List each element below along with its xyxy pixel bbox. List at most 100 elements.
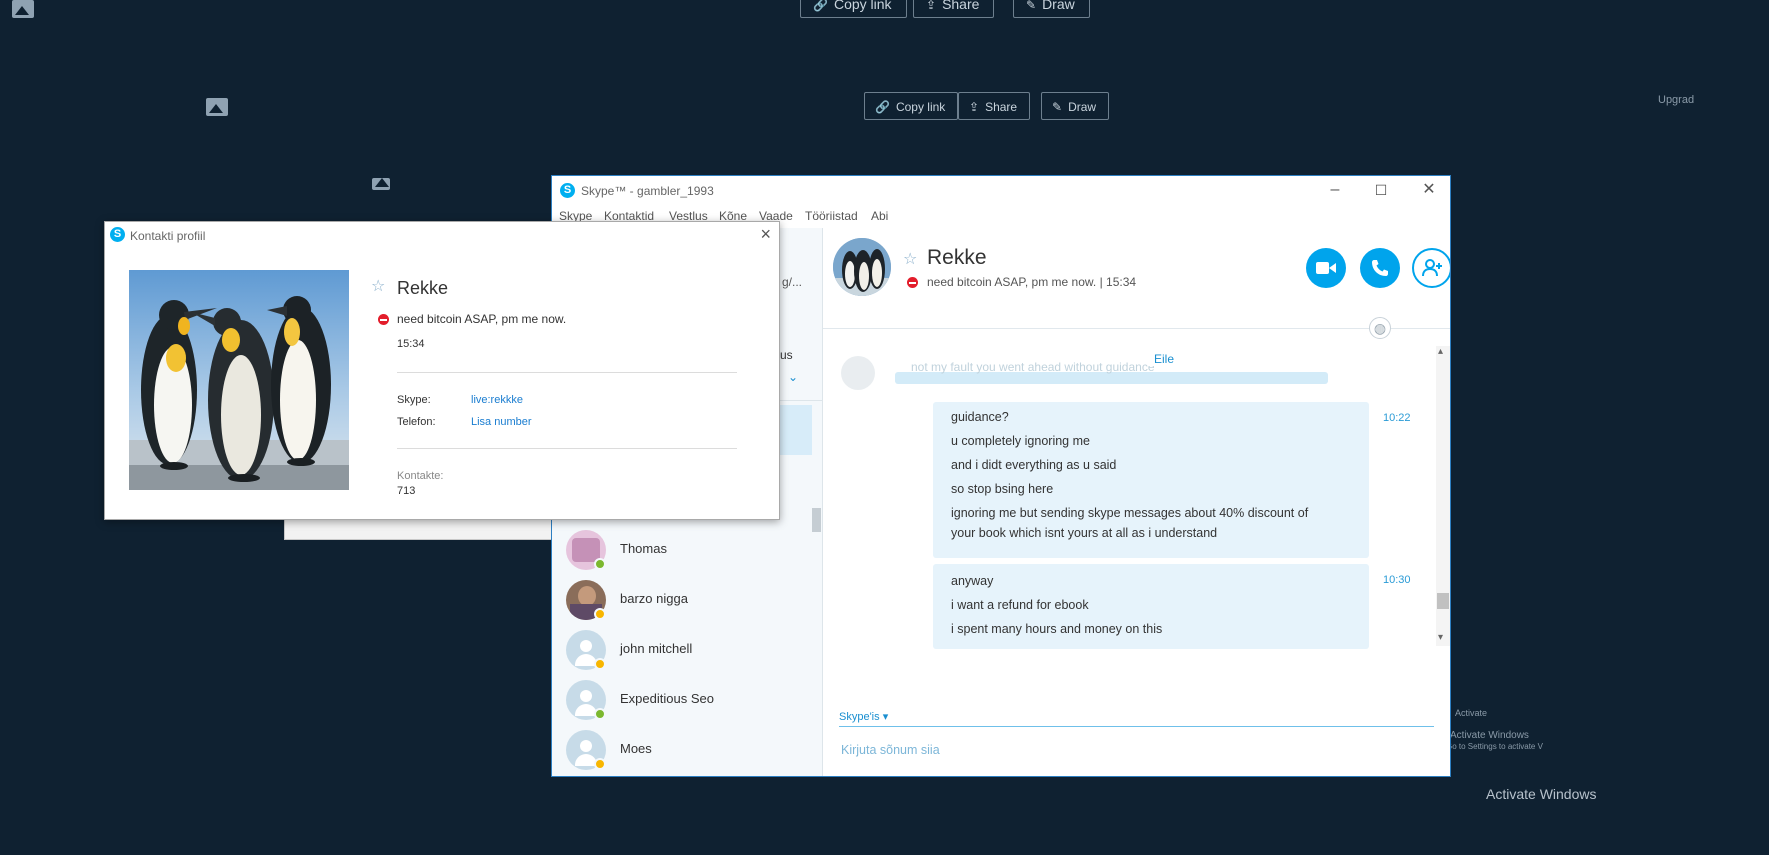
- contacts-count-label: Kontakte:: [397, 470, 444, 482]
- message-text: i want a refund for ebook: [951, 598, 1089, 612]
- scroll-up-icon[interactable]: ▴: [1438, 346, 1443, 357]
- profile-local-time: 15:34: [397, 338, 425, 350]
- composer-divider: [839, 726, 1434, 727]
- status-away-icon: [594, 608, 606, 620]
- menu-tooriistad[interactable]: Tööriistad: [805, 209, 858, 223]
- share-icon: ⇪: [969, 100, 980, 114]
- phone-label: Telefon:: [397, 416, 436, 428]
- image-icon: [206, 98, 228, 116]
- desktop: { "background": { "top_toolbar": ["Copy …: [0, 0, 1769, 855]
- activate-small: Go to Settings to activate V: [1446, 742, 1543, 751]
- contact-name: Expeditious Seo: [620, 691, 714, 706]
- header-divider: [823, 328, 1450, 329]
- caret-down-icon: ▾: [882, 711, 889, 723]
- favorite-star-icon[interactable]: ☆: [903, 249, 917, 269]
- message-text: and i didt everything as u said: [951, 458, 1117, 472]
- faded-message: not my fault you went ahead without guid…: [911, 360, 1155, 374]
- contact-profile-dialog: S Kontakti profiil × ☆ Rekke need bitcoi…: [104, 221, 780, 520]
- chat-panel: ☆ Rekke need bitcoin ASAP, pm me now. | …: [823, 228, 1450, 776]
- upgrade-text: Upgrad: [1658, 94, 1695, 106]
- sidebar-scrollbar[interactable]: [812, 508, 821, 532]
- video-call-button[interactable]: [1306, 248, 1346, 288]
- menu-abi[interactable]: Abi: [871, 209, 888, 223]
- message-text: anyway: [951, 574, 994, 588]
- dialog-title: Kontakti profiil: [130, 229, 206, 243]
- bg-draw-button[interactable]: ✎ Draw: [1013, 0, 1090, 18]
- scroll-down-icon[interactable]: ▾: [1438, 632, 1443, 643]
- bg-copy-link-button[interactable]: 🔗 Copy link: [864, 92, 959, 120]
- image-icon: [12, 0, 34, 18]
- message-text: i spent many hours and money on this: [951, 622, 1163, 636]
- image-icon: [372, 178, 390, 190]
- maximize-button[interactable]: ☐: [1366, 179, 1396, 201]
- message-text: u completely ignoring me: [951, 434, 1090, 448]
- contact-barzo-nigga[interactable]: barzo nigga: [564, 578, 804, 622]
- sidebar-fragment: us: [780, 348, 793, 362]
- window-title: Skype™ - gambler_1993: [581, 184, 714, 198]
- sidebar-fragment: g/...: [782, 275, 803, 289]
- favorite-star-icon[interactable]: ☆: [371, 276, 385, 296]
- add-participant-button[interactable]: [1412, 248, 1450, 288]
- send-via-dropdown[interactable]: Skype'is ▾: [839, 710, 888, 723]
- activate-small: Activate Windows: [1450, 730, 1529, 741]
- bg-share-button[interactable]: ⇪ Share: [958, 92, 1031, 120]
- contact-name: Thomas: [620, 541, 667, 556]
- do-not-disturb-icon: [378, 314, 389, 325]
- contact-name: john mitchell: [620, 641, 693, 656]
- scrollbar-thumb[interactable]: [1437, 593, 1449, 609]
- chat-mood: need bitcoin ASAP, pm me now. | 15:34: [927, 275, 1137, 289]
- profile-name: Rekke: [397, 278, 449, 298]
- pencil-icon: ✎: [1052, 100, 1063, 114]
- divider: [397, 372, 737, 373]
- bg-share-button[interactable]: ⇪ Share: [913, 0, 995, 18]
- status-online-icon: [594, 708, 606, 720]
- chat-contact-name: Rekke: [927, 246, 987, 269]
- message-input[interactable]: [839, 742, 1323, 758]
- message-text: your book which isnt yours at all as i u…: [951, 526, 1218, 540]
- message-text: ignoring me but sending skype messages a…: [951, 506, 1309, 520]
- day-separator: Eile: [1148, 352, 1181, 366]
- contact-name: Moes: [620, 741, 652, 756]
- contacts-count: 713: [397, 485, 416, 497]
- skype-label: Skype:: [397, 394, 431, 406]
- message-list: not my fault you went ahead without guid…: [823, 334, 1436, 649]
- contact-moes[interactable]: Moes: [564, 728, 804, 772]
- contact-thomas[interactable]: Thomas: [564, 528, 804, 572]
- activate-windows-watermark: Activate Windows: [1486, 786, 1597, 802]
- message-time: 10:30: [1383, 574, 1411, 586]
- audio-call-button[interactable]: [1360, 248, 1400, 288]
- minimize-button[interactable]: –: [1320, 179, 1350, 201]
- chat-header: ☆ Rekke need bitcoin ASAP, pm me now. | …: [823, 228, 1450, 328]
- title-bar: S Skype™ - gambler_1993 – ☐ ✕: [552, 176, 1450, 206]
- contact-john-mitchell[interactable]: john mitchell: [564, 628, 804, 672]
- divider: [397, 448, 737, 449]
- contact-avatar[interactable]: [833, 238, 891, 296]
- do-not-disturb-icon: [907, 277, 918, 288]
- share-icon: ⇪: [926, 0, 937, 12]
- status-online-icon: [594, 558, 606, 570]
- skype-logo-icon: S: [110, 227, 125, 242]
- bg-draw-button[interactable]: ✎ Draw: [1041, 92, 1110, 120]
- activate-small: Activate: [1455, 708, 1488, 718]
- close-dialog-button[interactable]: ×: [760, 224, 771, 245]
- status-away-icon: [594, 658, 606, 670]
- message-text: guidance?: [951, 410, 1009, 424]
- link-icon: 🔗: [875, 100, 890, 114]
- contact-name: barzo nigga: [620, 591, 688, 606]
- chevron-down-icon[interactable]: ⌄: [788, 370, 798, 384]
- profile-photo: [129, 270, 349, 490]
- profile-mood: need bitcoin ASAP, pm me now.: [397, 312, 567, 326]
- contact-avatar-small: [841, 356, 875, 390]
- message-time: 10:22: [1383, 412, 1411, 424]
- close-button[interactable]: ✕: [1414, 179, 1444, 201]
- add-number-link[interactable]: Lisa number: [471, 416, 532, 428]
- status-away-icon: [594, 758, 606, 770]
- chat-scrollbar[interactable]: ▴ ▾: [1436, 346, 1450, 646]
- contact-expeditious-seo[interactable]: Expeditious Seo: [564, 678, 804, 722]
- skype-logo-icon: S: [560, 183, 575, 198]
- bg-copy-link-button[interactable]: 🔗 Copy link: [800, 0, 907, 18]
- message-text: so stop bsing here: [951, 482, 1054, 496]
- link-icon: 🔗: [813, 0, 828, 12]
- skype-id-link[interactable]: live:rekkke: [471, 394, 523, 406]
- pencil-icon: ✎: [1026, 0, 1037, 12]
